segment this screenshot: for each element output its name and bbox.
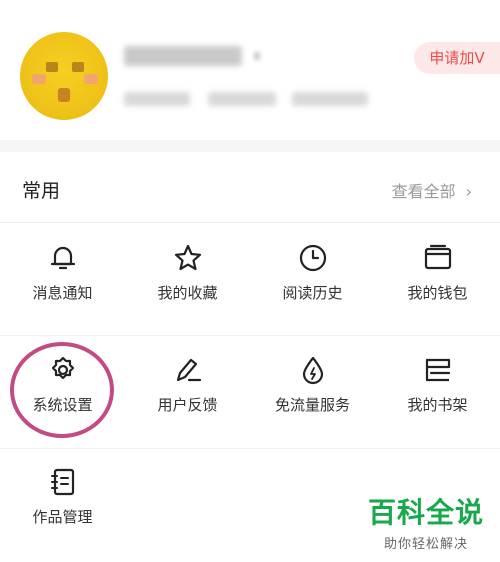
bookshelf-icon: [425, 358, 450, 382]
apply-verified-button[interactable]: 申请加V: [414, 42, 500, 74]
grid-item-label: 我的钱包: [407, 284, 468, 302]
blurred-username: [254, 52, 260, 60]
avatar[interactable]: [20, 32, 108, 120]
grid-item-label: 我的收藏: [157, 284, 218, 302]
grid-item-bookshelf[interactable]: 我的书架: [375, 336, 500, 448]
grid-item-data-free[interactable]: 免流量服务: [250, 336, 375, 448]
watermark-title: 百科全说: [367, 496, 484, 529]
blurred-stats: [124, 92, 190, 106]
divider: [0, 222, 500, 223]
view-all-link[interactable]: 查看全部 ›: [392, 178, 472, 202]
chevron-right-icon: ›: [465, 182, 472, 201]
wallet-icon: [424, 244, 451, 270]
star-icon: [174, 244, 201, 271]
blurred-username: [124, 46, 242, 66]
watermark: 百科全说 助你轻松解决: [368, 491, 484, 552]
blurred-stats: [208, 92, 276, 106]
highlight-circle: [10, 342, 114, 438]
avatar-eye: [46, 62, 58, 72]
grid-item-favorites[interactable]: 我的收藏: [125, 224, 250, 336]
profile-card[interactable]: 申请加V: [0, 0, 500, 140]
view-all-label: 查看全部: [391, 182, 456, 201]
bell-icon: [50, 246, 75, 270]
avatar-eye: [72, 62, 84, 72]
grid-item-history[interactable]: 阅读历史: [250, 224, 375, 336]
avatar-blush: [84, 74, 98, 84]
grid-item-wallet[interactable]: 我的钱包: [375, 224, 500, 336]
grid-item-feedback[interactable]: 用户反馈: [125, 336, 250, 448]
pencil-icon: [176, 358, 201, 382]
grid-item-works[interactable]: 作品管理: [0, 448, 125, 560]
avatar-blush: [32, 74, 46, 84]
blurred-stats: [292, 92, 368, 106]
grid-item-label: 作品管理: [32, 508, 93, 526]
avatar-mouth: [58, 88, 70, 102]
grid-item-label: 我的书架: [407, 396, 468, 414]
grid-item-label: 阅读历史: [282, 284, 343, 302]
drop-icon: [302, 356, 323, 385]
grid-item-notifications[interactable]: 消息通知: [0, 224, 125, 336]
watermark-subtitle: 助你轻松解决: [383, 537, 468, 552]
common-panel: 常用 查看全部 › 消息通知 我的收藏 阅读历史 我的钱包 系统设置 用户反馈 …: [0, 152, 500, 562]
grid-item-label: 免流量服务: [274, 396, 350, 414]
section-title: 常用: [22, 180, 61, 202]
notebook-icon: [50, 468, 74, 496]
clock-icon: [299, 244, 326, 272]
grid-item-label: 消息通知: [32, 284, 93, 302]
grid-item-label: 用户反馈: [157, 396, 218, 414]
